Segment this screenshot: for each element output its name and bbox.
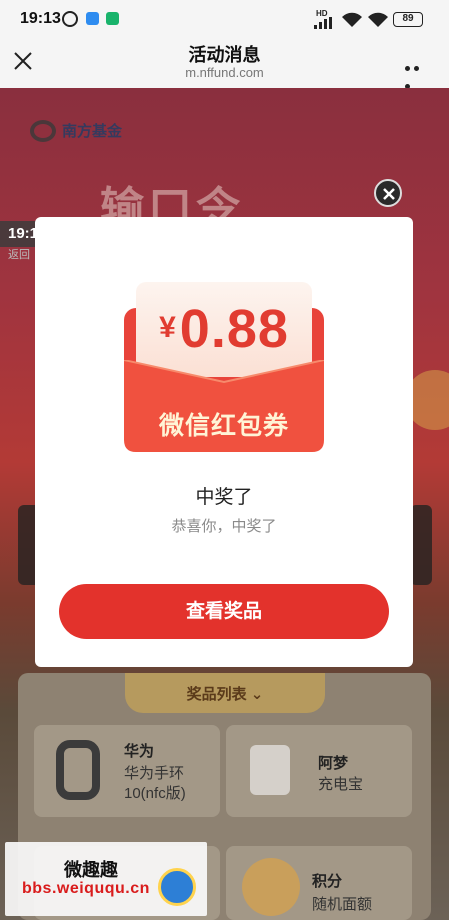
- win-subtitle: 恭喜你，中奖了: [171, 518, 277, 535]
- timestamp-subtext: 返回: [8, 249, 30, 261]
- prize-desc: 随机面额: [312, 896, 373, 913]
- band-image: [56, 740, 100, 800]
- brand-name: 南方基金: [62, 123, 123, 140]
- decorative-drum: [410, 505, 432, 585]
- prize-amount: ¥0.88: [136, 298, 312, 360]
- brand-logo-icon: [30, 120, 56, 142]
- wifi-icon: [368, 12, 388, 27]
- prize-name: 华为: [124, 743, 155, 760]
- win-title: 中奖了: [195, 487, 253, 508]
- wifi-icon: [342, 12, 362, 27]
- points-image: [242, 858, 300, 916]
- close-icon: [383, 188, 395, 200]
- popup-close-button[interactable]: [374, 179, 402, 207]
- watermark-url: bbs.weiququ.cn: [22, 880, 150, 897]
- status-bar: 19:13 HD 89: [0, 0, 449, 38]
- prize-desc: 华为手环10(nfc版): [124, 765, 186, 802]
- prize-name: 阿梦: [318, 755, 349, 772]
- amount-value: 0.88: [179, 299, 289, 359]
- mascot-icon: [158, 868, 196, 906]
- view-prize-button[interactable]: 查看奖品: [59, 584, 389, 639]
- app-notification-icon: [86, 12, 99, 25]
- prize-list-title: 奖品列表 ⌄: [186, 686, 264, 703]
- app-notification-icon: [106, 12, 119, 25]
- status-time: 19:13: [20, 10, 61, 27]
- page-domain: m.nffund.com: [185, 65, 264, 80]
- currency-symbol: ¥: [159, 311, 176, 344]
- page-title: 活动消息: [188, 45, 261, 65]
- prize-desc: 充电宝: [318, 776, 364, 793]
- alarm-icon: [62, 11, 78, 27]
- power-bank-image: [250, 745, 290, 795]
- battery-indicator: 89: [393, 12, 423, 27]
- signal-icon: [314, 17, 332, 29]
- nav-bar: 活动消息 m.nffund.com: [0, 38, 449, 89]
- watermark-text: 微趣趣: [64, 860, 118, 880]
- prize-name: 积分: [312, 873, 343, 890]
- coupon-label: 微信红包券: [158, 412, 289, 440]
- more-options-icon[interactable]: [405, 58, 429, 89]
